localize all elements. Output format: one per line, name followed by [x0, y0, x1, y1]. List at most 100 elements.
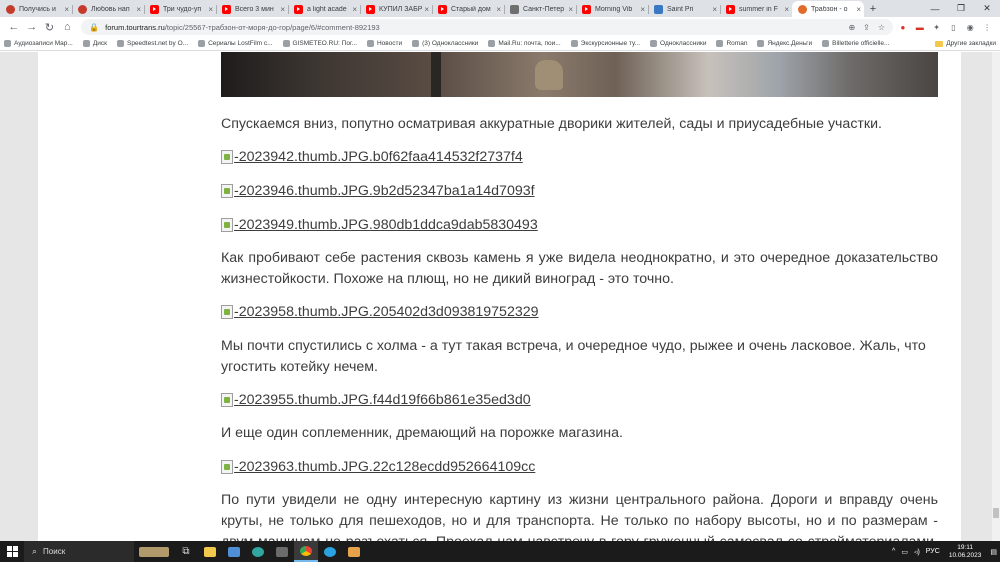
tab-close-icon[interactable]: ×	[136, 5, 141, 14]
scrollbar-thumb[interactable]	[993, 508, 999, 518]
broken-image-link[interactable]: -2023958.thumb.JPG.205402d3d093819752329	[221, 302, 938, 322]
image-link-4[interactable]: -2023958.thumb.JPG.205402d3d093819752329	[221, 302, 938, 322]
maximize-icon[interactable]: ❐	[948, 3, 974, 14]
language-indicator[interactable]: РУС	[926, 548, 940, 555]
media-player-icon[interactable]	[342, 541, 366, 562]
yt-favicon-icon	[438, 4, 447, 14]
tab-1[interactable]: Любовь нап ×	[72, 1, 144, 17]
image-link-2[interactable]: -2023946.thumb.JPG.9b2d52347ba1a14d7093f	[221, 181, 938, 201]
post-photo	[221, 52, 938, 97]
back-icon[interactable]: ←	[6, 19, 22, 35]
new-tab-button[interactable]: +	[864, 1, 882, 17]
side-panel-icon[interactable]: ▯	[947, 20, 961, 34]
tab-close-icon[interactable]: ×	[496, 5, 501, 14]
tab-2[interactable]: Три чудо-уп ×	[144, 1, 216, 17]
broken-image-link[interactable]: -2023946.thumb.JPG.9b2d52347ba1a14d7093f	[221, 181, 938, 201]
tab-close-icon[interactable]: ×	[712, 5, 717, 14]
reload-icon[interactable]: ↻	[42, 19, 58, 35]
tab-3[interactable]: Всего 3 мин ×	[216, 1, 288, 17]
tab-close-icon[interactable]: ×	[424, 5, 429, 14]
tab-10[interactable]: summer in F ×	[720, 1, 792, 17]
clock[interactable]: 19:11 10.06.2023	[949, 544, 982, 560]
lock-icon[interactable]: 🔒	[89, 23, 99, 32]
other-bookmarks[interactable]: Другие закладки	[935, 40, 996, 47]
broken-image-link[interactable]: -2023949.thumb.JPG.980db1ddca9dab5830493	[221, 215, 938, 235]
tab-11[interactable]: Трабзон - о ×	[792, 1, 864, 17]
tab-close-icon[interactable]: ×	[856, 5, 861, 14]
tab-title: КУПИЛ ЗАБР	[379, 5, 423, 13]
bookmark-label: Billetterie officielle...	[832, 40, 890, 47]
telegram-icon[interactable]	[318, 541, 342, 562]
bookmark-item[interactable]: Сериалы LostFilm с...	[198, 40, 273, 47]
close-window-icon[interactable]: ✕	[974, 3, 1000, 14]
tab-9[interactable]: Saint Pri ×	[648, 1, 720, 17]
home-icon[interactable]: ⌂	[59, 19, 75, 35]
store-icon[interactable]	[270, 541, 294, 562]
address-bar[interactable]: 🔒 forum.tourtrans.ru/topic/25567-трабзон…	[81, 19, 894, 35]
bookmark-item[interactable]: Диск	[82, 40, 107, 47]
tray-chevron-icon[interactable]: ^	[892, 548, 895, 555]
minimize-icon[interactable]: —	[922, 4, 948, 14]
profile-icon[interactable]: ◉	[963, 20, 977, 34]
tab-close-icon[interactable]: ×	[568, 5, 573, 14]
tab-6[interactable]: Старый дом ×	[432, 1, 504, 17]
tab-4[interactable]: a light acade ×	[288, 1, 360, 17]
tab-list: Получись и × Любовь нап × Три чудо-уп × Всего …	[0, 0, 864, 17]
flag-extension-icon[interactable]: ▬	[913, 20, 927, 34]
bookmark-item[interactable]: Одноклассники	[650, 40, 706, 47]
tab-8[interactable]: Morning Vib ×	[576, 1, 648, 17]
bookmark-item[interactable]: Mail.Ru: почта, пои...	[488, 40, 561, 47]
bookmark-item[interactable]: Roman	[716, 40, 747, 47]
image-link-6[interactable]: -2023963.thumb.JPG.22c128ecdd952664109cc	[221, 457, 938, 477]
tab-7[interactable]: Санкт-Петер ×	[504, 1, 576, 17]
tab-0[interactable]: Получись и ×	[0, 1, 72, 17]
yt-favicon-icon	[726, 4, 735, 14]
broken-image-link[interactable]: -2023942.thumb.JPG.b0f62faa414532f2737f4	[221, 147, 938, 167]
tab-close-icon[interactable]: ×	[64, 5, 69, 14]
image-link-1[interactable]: -2023942.thumb.JPG.b0f62faa414532f2737f4	[221, 147, 938, 167]
task-view-icon[interactable]: ⧉	[174, 541, 198, 562]
photos-icon[interactable]	[222, 541, 246, 562]
taskbar-search-label: Поиск	[43, 547, 66, 556]
tab-close-icon[interactable]: ×	[784, 5, 789, 14]
broken-image-link[interactable]: -2023963.thumb.JPG.22c128ecdd952664109cc	[221, 457, 938, 477]
bookmark-item[interactable]: Speedtest.net by O...	[116, 40, 188, 47]
bookmark-item[interactable]: Billetterie officielle...	[822, 40, 889, 47]
address-url[interactable]: forum.tourtrans.ru/topic/25567-трабзон-о…	[105, 23, 840, 32]
tab-close-icon[interactable]: ×	[352, 5, 357, 14]
edge-icon[interactable]	[246, 541, 270, 562]
volume-icon[interactable]: ◃)	[914, 548, 920, 556]
tab-close-icon[interactable]: ×	[208, 5, 213, 14]
bookmark-label: Яндекс.Деньги	[767, 40, 813, 47]
tab-5[interactable]: КУПИЛ ЗАБР ×	[360, 1, 432, 17]
bookmark-item[interactable]: Яндекс.Деньги	[757, 40, 812, 47]
bookmark-item[interactable]: GISMETEO.RU: Пог...	[282, 40, 357, 47]
broken-image-link[interactable]: -2023955.thumb.JPG.f44d19f66b861e35ed3d0	[221, 390, 938, 410]
page-scrollbar[interactable]	[992, 52, 1000, 541]
image-link-5[interactable]: -2023955.thumb.JPG.f44d19f66b861e35ed3d0	[221, 390, 938, 410]
tab-title: Saint Pri	[667, 5, 694, 13]
share-icon[interactable]: ⇪	[863, 23, 870, 32]
bookmark-item[interactable]: Новости	[366, 40, 402, 47]
bookmark-item[interactable]: (3) Одноклассники	[412, 40, 478, 47]
bookmark-item[interactable]: Экскурсионные ту...	[570, 40, 640, 47]
start-button[interactable]	[0, 541, 24, 562]
chrome-icon[interactable]	[294, 541, 318, 562]
image-link-3[interactable]: -2023949.thumb.JPG.980db1ddca9dab5830493	[221, 215, 938, 235]
puzzle-extensions-icon[interactable]: ✦	[930, 20, 944, 34]
forward-icon[interactable]: →	[24, 19, 40, 35]
opera-extension-icon[interactable]: ●	[896, 20, 910, 34]
network-icon[interactable]: ▭	[901, 548, 908, 556]
tab-title: Любовь нап	[91, 5, 130, 13]
taskbar-search[interactable]: ⌕ Поиск	[24, 541, 134, 562]
tab-close-icon[interactable]: ×	[280, 5, 285, 14]
zoom-icon[interactable]: ⊕	[848, 23, 855, 32]
menu-icon[interactable]: ⋮	[980, 20, 994, 34]
bookmark-item[interactable]: Аудиозаписи Мар...	[4, 40, 73, 47]
news-widget-icon[interactable]	[134, 541, 174, 562]
notifications-icon[interactable]: ▤	[990, 548, 997, 556]
tab-title: summer in F	[739, 5, 778, 13]
bookmark-star-icon[interactable]: ☆	[878, 23, 885, 32]
file-explorer-icon[interactable]	[198, 541, 222, 562]
tab-close-icon[interactable]: ×	[640, 5, 645, 14]
